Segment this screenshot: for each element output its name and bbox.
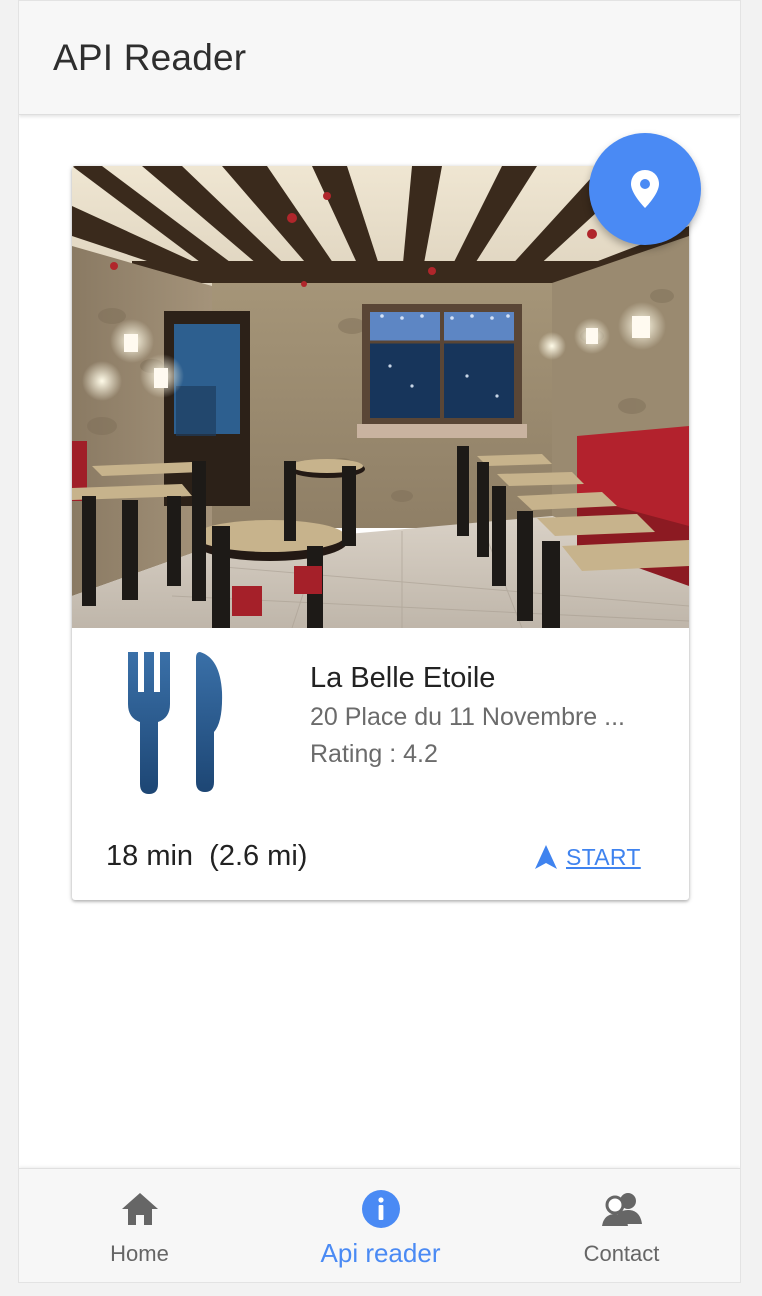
app-title: API Reader — [53, 37, 247, 78]
place-name: La Belle Etoile — [310, 662, 496, 694]
nav-item-api-reader[interactable]: Api reader — [260, 1169, 501, 1282]
home-icon — [118, 1189, 162, 1229]
bottom-navigation: Home Api reader Contact — [19, 1168, 740, 1282]
nav-label-api-reader: Api reader — [320, 1238, 441, 1268]
place-rating: Rating : 4.2 — [310, 740, 438, 768]
place-address: 20 Place du 11 Novembre ... — [310, 703, 625, 731]
nav-item-home[interactable]: Home — [19, 1169, 260, 1282]
nav-label-contact: Contact — [583, 1241, 660, 1266]
app-bar: API Reader — [19, 1, 740, 115]
start-label: START — [566, 843, 641, 870]
start-navigation-button[interactable]: START — [534, 840, 641, 874]
travel-time-distance: 18 min (2.6 mi) — [106, 840, 308, 872]
info-icon — [359, 1189, 403, 1229]
restaurant-photo — [72, 166, 689, 628]
cutlery-icon — [128, 652, 223, 794]
map-location-button[interactable] — [589, 133, 701, 245]
location-pin-icon — [631, 170, 659, 208]
contacts-icon — [600, 1189, 644, 1229]
nav-item-contact[interactable]: Contact — [501, 1169, 740, 1282]
navigation-arrow-icon — [535, 845, 557, 869]
nav-label-home: Home — [110, 1241, 169, 1266]
place-card[interactable]: La Belle Etoile 20 Place du 11 Novembre … — [72, 166, 689, 900]
